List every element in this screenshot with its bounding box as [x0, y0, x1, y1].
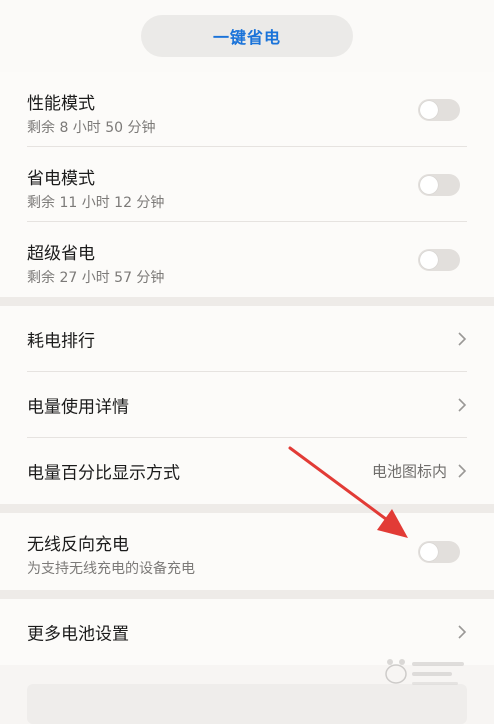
super-power-saving-title: 超级省电	[27, 244, 95, 264]
wireless-reverse-charging-subtitle: 为支持无线充电的设备充电	[27, 561, 195, 577]
power-saving-mode-remaining: 剩余 11 小时 12 分钟	[27, 195, 165, 211]
chevron-right-icon	[458, 332, 467, 346]
percentage-display-value: 电池图标内	[371, 462, 447, 481]
toggle-knob	[420, 250, 438, 269]
section-gap	[0, 504, 494, 513]
toggle-knob	[420, 542, 438, 561]
more-battery-settings-title: 更多电池设置	[27, 624, 129, 645]
battery-usage-detail-title: 电量使用详情	[27, 397, 129, 418]
chevron-right-icon	[458, 625, 467, 639]
super-power-saving-toggle[interactable]	[418, 248, 460, 271]
super-power-saving-row[interactable]: 超级省电 剩余 27 小时 57 分钟	[27, 222, 467, 297]
power-consumption-ranking-title: 耗电排行	[27, 331, 95, 352]
chevron-right-icon	[458, 464, 467, 478]
toggle-knob	[420, 175, 438, 194]
wireless-reverse-charging-title: 无线反向充电	[27, 535, 129, 555]
percentage-display-row[interactable]: 电量百分比显示方式 电池图标内	[27, 438, 467, 504]
chevron-right-icon	[458, 398, 467, 412]
wireless-reverse-charging-row[interactable]: 无线反向充电 为支持无线充电的设备充电	[27, 513, 467, 590]
battery-info-group: 耗电排行 电量使用详情 电量百分比显示方式 电池图标内	[0, 306, 494, 504]
reverse-charging-group: 无线反向充电 为支持无线充电的设备充电	[0, 513, 494, 590]
baidu-jingyan-watermark	[385, 659, 464, 685]
power-saving-mode-toggle[interactable]	[418, 173, 460, 196]
super-power-saving-remaining: 剩余 27 小时 57 分钟	[27, 270, 165, 286]
section-gap	[0, 590, 494, 599]
power-saving-mode-row[interactable]: 省电模式 剩余 11 小时 12 分钟	[27, 147, 467, 222]
wireless-reverse-charging-toggle[interactable]	[418, 540, 460, 563]
performance-mode-remaining: 剩余 8 小时 50 分钟	[27, 120, 156, 136]
performance-mode-row[interactable]: 性能模式 剩余 8 小时 50 分钟	[27, 72, 467, 147]
performance-mode-toggle[interactable]	[418, 98, 460, 121]
section-gap	[0, 297, 494, 306]
battery-usage-detail-row[interactable]: 电量使用详情	[27, 372, 467, 438]
performance-mode-title: 性能模式	[27, 94, 95, 114]
power-consumption-ranking-row[interactable]: 耗电排行	[27, 306, 467, 372]
top-area: 一键省电	[0, 0, 494, 72]
percentage-display-title: 电量百分比显示方式	[27, 463, 180, 484]
one-key-power-saving-button[interactable]: 一键省电	[141, 15, 353, 57]
power-modes-group: 性能模式 剩余 8 小时 50 分钟 省电模式 剩余 11 小时 12 分钟 超…	[0, 72, 494, 297]
toggle-knob	[420, 100, 438, 119]
power-saving-mode-title: 省电模式	[27, 169, 95, 189]
bottom-card	[27, 684, 467, 724]
